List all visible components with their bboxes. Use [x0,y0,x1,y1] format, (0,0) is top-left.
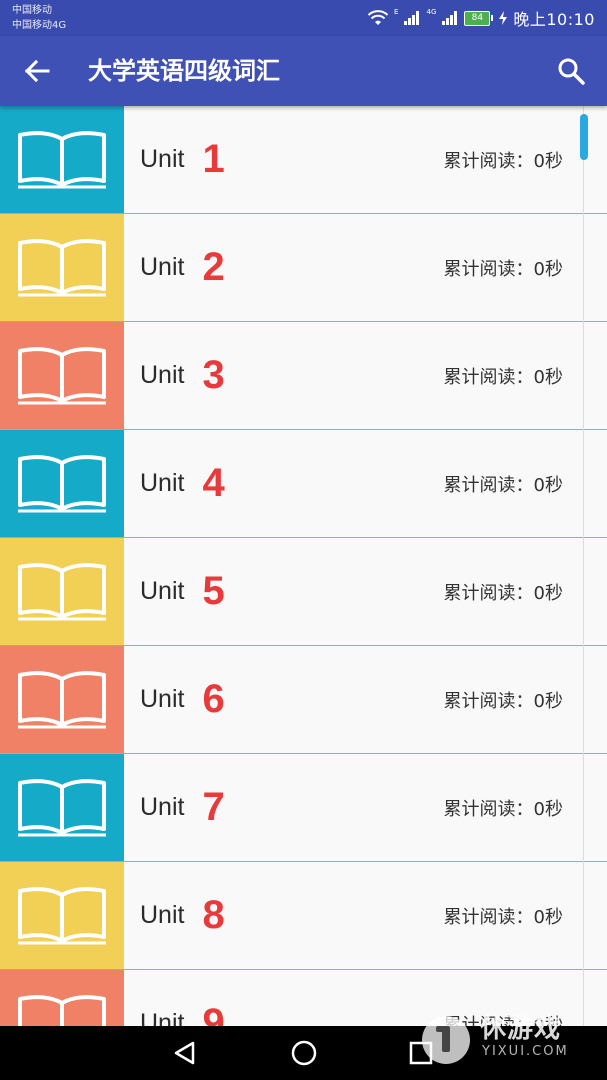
unit-thumbnail [0,862,124,969]
unit-number: 8 [202,893,225,937]
unit-label: Unit 9 [140,970,225,1026]
unit-label: Unit 7 [140,754,225,861]
unit-number: 4 [202,461,225,505]
unit-word: Unit [140,253,185,281]
unit-thumbnail [0,430,124,537]
watermark: 休游戏 YIXUI.COM [418,1000,598,1076]
unit-list-item[interactable]: Unit 4 累计阅读：0秒 [0,430,607,538]
net-type-1: E [394,8,399,16]
app-bar: 大学英语四级词汇 [0,36,607,106]
unit-number: 2 [202,245,225,289]
unit-number: 1 [202,137,225,181]
triangle-back-icon [174,1041,195,1065]
unit-word: Unit [140,901,185,929]
battery-tip [491,15,494,21]
read-time-label: 累计阅读：0秒 [443,582,563,604]
unit-word: Unit [140,793,185,821]
unit-thumbnail [0,106,124,213]
read-time-label: 累计阅读：0秒 [443,258,563,280]
read-time-label: 累计阅读：0秒 [443,474,563,496]
unit-list-item[interactable]: Unit 7 累计阅读：0秒 [0,754,607,862]
nav-home-button[interactable] [289,1038,319,1068]
unit-number: 7 [202,785,225,829]
carrier-1: 中国移动 [12,5,52,16]
unit-thumbnail [0,214,124,321]
unit-number: 9 [202,1001,225,1026]
unit-number: 3 [202,353,225,397]
circle-home-icon [291,1040,317,1066]
open-book-icon [18,562,106,620]
unit-thumbnail [0,970,124,1026]
carrier-info: 中国移动 中国移动4G [12,3,66,33]
clock: 晚上10:10 [513,10,595,29]
read-time-label: 累计阅读：0秒 [443,690,563,712]
wifi-icon [368,10,389,25]
unit-list-item[interactable]: Unit 1 累计阅读：0秒 [0,106,607,214]
unit-thumbnail [0,538,124,645]
signal-icon [404,11,420,25]
watermark-logo-icon [422,1016,470,1064]
nav-back-button[interactable] [170,1038,200,1068]
open-book-icon [18,778,106,836]
scrollbar-thumb[interactable] [580,114,588,160]
search-button[interactable] [555,55,587,87]
status-bar: 中国移动 中国移动4G E 4G 84 晚上10:10 [0,0,607,36]
back-button[interactable] [22,56,52,86]
unit-thumbnail [0,646,124,753]
net-type-2: 4G [426,8,437,16]
page-title: 大学英语四级词汇 [88,57,280,85]
open-book-icon [18,670,106,728]
read-time-label: 累计阅读：0秒 [443,366,563,388]
unit-word: Unit [140,1009,185,1026]
unit-word: Unit [140,685,185,713]
scroll-track [583,106,584,1026]
open-book-icon [18,454,106,512]
battery-indicator: 84 [464,10,494,26]
unit-list-item[interactable]: Unit 8 累计阅读：0秒 [0,862,607,970]
open-book-icon [18,346,106,404]
unit-label: Unit 8 [140,862,225,969]
carrier-2: 中国移动4G [12,20,67,31]
signal-icon [442,11,458,25]
battery-level: 84 [464,10,491,26]
unit-number: 5 [202,569,225,613]
app-screen: 中国移动 中国移动4G E 4G 84 晚上10:10 大学英语四级词汇 Uni… [0,0,607,1080]
open-book-icon [18,886,106,944]
read-time-label: 累计阅读：0秒 [443,798,563,820]
unit-label: Unit 5 [140,538,225,645]
unit-label: Unit 1 [140,106,225,213]
unit-number: 6 [202,677,225,721]
status-icons: E 4G 84 晚上10:10 [368,6,595,30]
unit-label: Unit 6 [140,646,225,753]
read-time-label: 累计阅读：0秒 [443,150,563,172]
open-book-icon [18,130,106,188]
unit-word: Unit [140,145,185,173]
unit-list-item[interactable]: Unit 6 累计阅读：0秒 [0,646,607,754]
unit-word: Unit [140,361,185,389]
unit-label: Unit 3 [140,322,225,429]
unit-label: Unit 2 [140,214,225,321]
read-time-label: 累计阅读：0秒 [443,906,563,928]
unit-list-item[interactable]: Unit 3 累计阅读：0秒 [0,322,607,430]
open-book-icon [18,238,106,296]
arrow-left-icon [24,59,50,83]
unit-word: Unit [140,469,185,497]
unit-word: Unit [140,577,185,605]
charging-icon [499,11,508,25]
open-book-icon [18,994,106,1026]
search-icon [558,58,585,85]
watermark-text: 休游戏 [480,1014,562,1044]
unit-list: Unit 1 累计阅读：0秒 Unit 2 累计阅读：0秒 Unit 3 累计阅读：0秒 Unit… [0,106,607,1026]
watermark-subtext: YIXUI.COM [482,1044,569,1059]
unit-list-item[interactable]: Unit 2 累计阅读：0秒 [0,214,607,322]
unit-thumbnail [0,754,124,861]
unit-thumbnail [0,322,124,429]
unit-label: Unit 4 [140,430,225,537]
unit-list-item[interactable]: Unit 5 累计阅读：0秒 [0,538,607,646]
